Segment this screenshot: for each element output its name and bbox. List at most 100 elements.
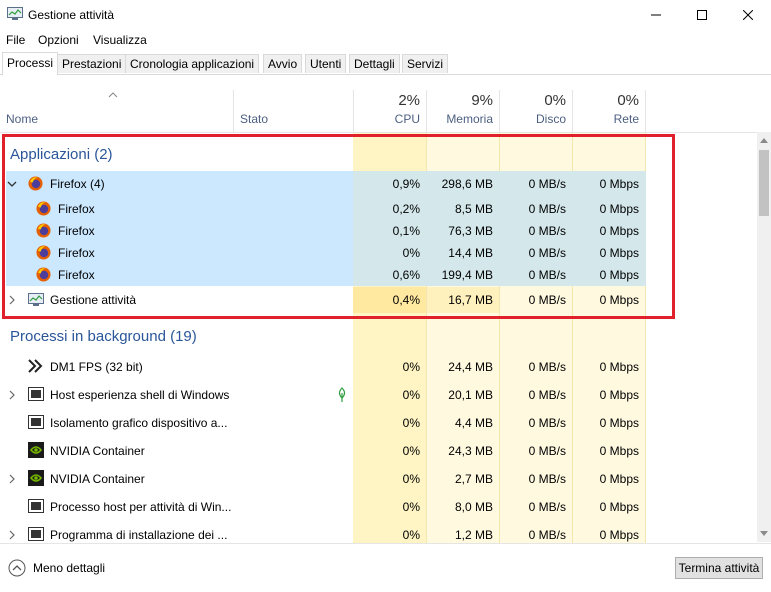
tab-strip: Processi Prestazioni Cronologia applicaz… xyxy=(0,52,771,75)
process-row-firefox[interactable]: Firefox (4) 0,9% 298,6 MB 0 MB/s 0 Mbps xyxy=(0,171,757,196)
cpu-value: 0,1% xyxy=(392,224,420,238)
cpu-value: 0,2% xyxy=(392,202,420,216)
process-name: Firefox (4) xyxy=(50,177,105,191)
memory-value: 8,5 MB xyxy=(454,202,493,216)
tab-services[interactable]: Servizi xyxy=(402,54,449,73)
group-background: Processi in background (19) xyxy=(10,328,197,345)
task-manager-icon xyxy=(7,7,23,20)
network-value: 0 Mbps xyxy=(599,246,639,260)
disk-value: 0 MB/s xyxy=(528,388,566,402)
column-memory[interactable]: Memoria xyxy=(427,112,493,126)
process-row[interactable]: Isolamento grafico dispositivo a... 0% 4… xyxy=(0,409,757,437)
tab-performance[interactable]: Prestazioni xyxy=(57,54,127,73)
memory-value: 1,2 MB xyxy=(454,528,493,542)
window-title: Gestione attività xyxy=(28,8,115,22)
process-name: NVIDIA Container xyxy=(50,444,145,458)
chevron-right-icon[interactable] xyxy=(7,474,17,484)
cpu-value: 0% xyxy=(402,360,420,374)
cpu-value: 0% xyxy=(402,416,420,430)
disk-total: 0% xyxy=(544,92,566,109)
disk-value: 0 MB/s xyxy=(528,500,566,514)
firefox-icon xyxy=(36,245,51,260)
memory-value: 8,0 MB xyxy=(454,500,493,514)
cpu-value: 0% xyxy=(402,388,420,402)
menu-file[interactable]: File xyxy=(6,33,25,47)
tab-details[interactable]: Dettagli xyxy=(349,54,400,73)
close-button[interactable] xyxy=(725,0,771,30)
network-value: 0 Mbps xyxy=(599,416,639,430)
network-value: 0 Mbps xyxy=(599,500,639,514)
chevron-down-icon[interactable] xyxy=(7,179,17,189)
network-value: 0 Mbps xyxy=(599,528,639,542)
disk-value: 0 MB/s xyxy=(528,246,566,260)
column-disk[interactable]: Disco xyxy=(500,112,566,126)
firefox-icon xyxy=(28,176,43,191)
firefox-icon xyxy=(36,201,51,216)
column-status[interactable]: Stato xyxy=(240,112,268,126)
process-name: Host esperienza shell di Windows xyxy=(50,388,230,402)
memory-value: 76,3 MB xyxy=(448,224,493,238)
scroll-up-icon[interactable] xyxy=(759,136,769,144)
disk-value: 0 MB/s xyxy=(528,444,566,458)
process-row[interactable]: Host esperienza shell di Windows 0% 20,1… xyxy=(0,381,757,409)
menu-view[interactable]: Visualizza xyxy=(93,33,147,47)
child-process-row[interactable]: Firefox 0,2% 8,5 MB 0 MB/s 0 Mbps xyxy=(0,198,757,220)
window-icon xyxy=(28,387,44,401)
column-header: Nome Stato 2% CPU 9% Memoria 0% Disco 0%… xyxy=(0,74,771,133)
maximize-button[interactable] xyxy=(679,0,725,30)
title-bar: Gestione attività xyxy=(0,0,771,30)
scrollbar-thumb[interactable] xyxy=(759,150,769,216)
memory-value: 24,3 MB xyxy=(448,444,493,458)
tab-app-history[interactable]: Cronologia applicazioni xyxy=(125,54,260,73)
process-name: Gestione attività xyxy=(50,293,137,307)
process-row-task-manager[interactable]: Gestione attività 0,4% 16,7 MB 0 MB/s 0 … xyxy=(0,287,757,313)
child-process-row[interactable]: Firefox 0,6% 199,4 MB 0 MB/s 0 Mbps xyxy=(0,264,757,286)
window-icon xyxy=(28,527,44,541)
group-applications: Applicazioni (2) xyxy=(10,146,113,163)
disk-value: 0 MB/s xyxy=(528,177,566,191)
process-row[interactable]: NVIDIA Container 0% 24,3 MB 0 MB/s 0 Mbp… xyxy=(0,437,757,465)
process-name: Firefox xyxy=(58,268,95,282)
firefox-icon xyxy=(36,267,51,282)
column-network[interactable]: Rete xyxy=(573,112,639,126)
window-icon xyxy=(28,499,44,513)
dm1-icon xyxy=(28,359,43,373)
process-name: DM1 FPS (32 bit) xyxy=(50,360,143,374)
process-row[interactable]: DM1 FPS (32 bit) 0% 24,4 MB 0 MB/s 0 Mbp… xyxy=(0,353,757,381)
process-name: Firefox xyxy=(58,224,95,238)
process-row[interactable]: Processo host per attività di Win... 0% … xyxy=(0,493,757,521)
menu-options[interactable]: Opzioni xyxy=(38,33,79,47)
memory-value: 14,4 MB xyxy=(448,246,493,260)
process-row[interactable]: Programma di installazione dei ... 0% 1,… xyxy=(0,521,757,543)
minimize-button[interactable] xyxy=(633,0,679,30)
less-details-link[interactable]: Meno dettagli xyxy=(33,561,105,575)
disk-value: 0 MB/s xyxy=(528,528,566,542)
memory-value: 199,4 MB xyxy=(441,268,493,282)
chevron-right-icon[interactable] xyxy=(7,530,17,540)
end-task-button[interactable]: Termina attività xyxy=(675,557,763,579)
chevron-up-circle-icon[interactable] xyxy=(8,559,26,577)
memory-value: 2,7 MB xyxy=(454,472,493,486)
memory-value: 20,1 MB xyxy=(448,388,493,402)
cpu-value: 0% xyxy=(402,246,420,260)
chevron-right-icon[interactable] xyxy=(7,295,17,305)
disk-value: 0 MB/s xyxy=(528,360,566,374)
tab-processes[interactable]: Processi xyxy=(2,52,59,75)
column-cpu[interactable]: CPU xyxy=(354,112,420,126)
network-value: 0 Mbps xyxy=(599,202,639,216)
scroll-down-icon[interactable] xyxy=(759,530,769,538)
cpu-value: 0% xyxy=(402,500,420,514)
network-total: 0% xyxy=(617,92,639,109)
child-process-row[interactable]: Firefox 0% 14,4 MB 0 MB/s 0 Mbps xyxy=(0,242,757,264)
disk-value: 0 MB/s xyxy=(528,293,566,307)
column-name[interactable]: Nome xyxy=(6,112,38,126)
chevron-right-icon[interactable] xyxy=(7,390,17,400)
network-value: 0 Mbps xyxy=(599,268,639,282)
process-row[interactable]: NVIDIA Container 0% 2,7 MB 0 MB/s 0 Mbps xyxy=(0,465,757,493)
firefox-icon xyxy=(36,223,51,238)
tab-startup[interactable]: Avvio xyxy=(263,54,303,73)
tab-users[interactable]: Utenti xyxy=(305,54,347,73)
child-process-row[interactable]: Firefox 0,1% 76,3 MB 0 MB/s 0 Mbps xyxy=(0,220,757,242)
process-name: Firefox xyxy=(58,202,95,216)
network-value: 0 Mbps xyxy=(599,360,639,374)
